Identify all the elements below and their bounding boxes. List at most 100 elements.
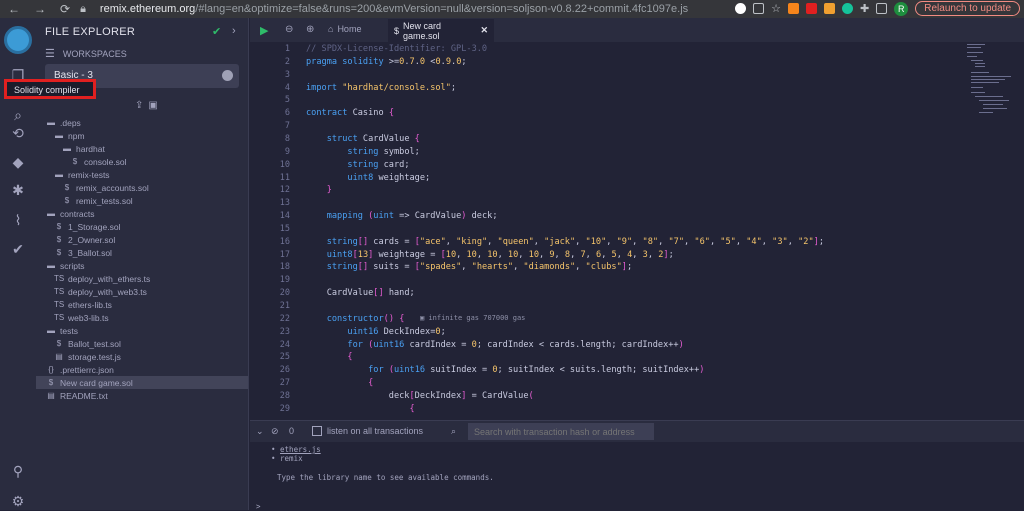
search-icon[interactable]: ⌕	[9, 106, 27, 124]
tree-file[interactable]: $ Ballot_test.sol	[36, 337, 248, 350]
deploy-icon[interactable]: ◆	[9, 153, 27, 171]
code-line: constructor() {	[326, 313, 405, 324]
tree-file[interactable]: TS deploy_with_ethers.ts	[36, 272, 248, 285]
close-icon[interactable]: ✕	[480, 25, 488, 36]
tree-item-label: 2_Owner.sol	[68, 234, 116, 245]
tree-file[interactable]: TS web3-lib.ts	[36, 311, 248, 324]
grammarly-icon[interactable]	[842, 3, 854, 14]
address-bar[interactable]: remix.ethereum.org/#lang=en&optimize=fal…	[100, 3, 700, 15]
new-folder-icon[interactable]: ▣	[148, 100, 157, 111]
pdf-icon[interactable]	[806, 3, 818, 14]
terminal-output[interactable]: • ethers.js • remix Type the library nam…	[250, 442, 1024, 511]
listen-checkbox[interactable]	[312, 426, 322, 436]
file-icon: $	[56, 248, 62, 257]
analysis-icon[interactable]: ⌇	[9, 211, 27, 229]
file-tree: ▬ .deps ▬ npm ▬ hardhat $ console.sol ▬ remix-tes…	[36, 116, 248, 402]
file-icon: {}	[48, 365, 54, 374]
line-number: 10	[279, 159, 290, 170]
back-icon[interactable]: ←	[8, 2, 20, 16]
dropdown-icon[interactable]	[222, 70, 233, 81]
lib-item[interactable]: • ethers.js	[271, 445, 321, 454]
chevron-right-icon[interactable]: ›	[232, 25, 236, 37]
line-number: 16	[279, 236, 290, 247]
verify-icon[interactable]: ✔	[9, 240, 27, 258]
settings-icon[interactable]: ⚙	[9, 492, 27, 510]
line-number: 20	[279, 288, 290, 299]
transaction-search-input[interactable]	[468, 423, 654, 440]
tree-file[interactable]: ▤ storage.test.js	[36, 350, 248, 363]
minimap[interactable]	[963, 42, 1023, 122]
lock-icon[interactable]: 🔒︎	[80, 3, 86, 16]
tree-file[interactable]: $1_Storage.sol	[36, 220, 248, 233]
tree-folder[interactable]: ▬ contracts	[36, 207, 248, 220]
google-icon[interactable]	[735, 3, 747, 14]
tree-item-label: remix-tests	[68, 169, 110, 180]
reload-icon[interactable]: ⟳	[60, 2, 70, 16]
sidepanel-icon[interactable]	[876, 3, 888, 14]
tree-folder[interactable]: ▬ hardhat	[36, 142, 248, 155]
tree-folder[interactable]: ▬ scripts	[36, 259, 248, 272]
code-line: string[] cards = ["ace", "king", "queen"…	[326, 236, 824, 247]
folder-icon: ▬	[47, 261, 55, 270]
solidity-compiler-icon[interactable]: ⟲	[9, 124, 27, 142]
code-line: {	[347, 352, 353, 363]
plugin-manager-icon[interactable]: ⚲	[9, 462, 27, 480]
tree-folder[interactable]: ▬ tests	[36, 324, 248, 337]
metamask-icon[interactable]	[788, 3, 800, 14]
run-icon[interactable]: ▶	[260, 24, 268, 37]
panel-title: FILE EXPLORER	[45, 26, 136, 38]
star-icon[interactable]: ☆	[771, 2, 781, 15]
line-number: 5	[284, 95, 290, 106]
profile-avatar[interactable]: R	[894, 1, 909, 16]
tree-folder[interactable]: ▬ npm	[36, 129, 248, 142]
code-line: for (uint16 cardIndex = 0; cardIndex < c…	[347, 339, 684, 350]
folder-icon: ▬	[47, 209, 55, 218]
terminal-toolbar: ⌄ ⊘ 0 listen on all transactions ⌕	[250, 420, 1024, 442]
code-line: // SPDX-License-Identifier: GPL-3.0	[306, 44, 488, 54]
forward-icon[interactable]: →	[34, 2, 46, 16]
relaunch-button[interactable]: Relaunch to update	[915, 1, 1020, 16]
line-number: 3	[284, 69, 290, 80]
tree-item-label: hardhat	[76, 143, 105, 154]
tree-file[interactable]: $ remix_accounts.sol	[36, 181, 248, 194]
line-number: 6	[284, 108, 290, 119]
tab-home[interactable]: ⌂ Home	[328, 24, 361, 34]
puzzle-icon[interactable]: ✚	[860, 2, 869, 15]
upload-icon[interactable]: ⇪	[135, 100, 143, 111]
clear-icon[interactable]: ⊘	[271, 426, 279, 437]
tree-file[interactable]: $ remix_tests.sol	[36, 194, 248, 207]
zoom-out-icon[interactable]: ⊖	[285, 24, 293, 35]
tree-file[interactable]: {} .prettierrc.json	[36, 363, 248, 376]
folder-icon: ▬	[47, 118, 55, 127]
tree-item-label: Ballot_test.sol	[68, 338, 121, 349]
hamburger-icon[interactable]: ☰	[45, 47, 55, 60]
tree-file[interactable]: $3_Ballot.sol	[36, 246, 248, 259]
line-number: 26	[279, 365, 290, 376]
line-number: 2	[284, 56, 290, 67]
extension-icon[interactable]	[824, 3, 836, 14]
tree-file[interactable]: $ console.sol	[36, 155, 248, 168]
share-icon[interactable]	[753, 3, 765, 14]
file-icon: $	[56, 339, 62, 348]
code-editor[interactable]: ▣ infinite gas 707000 gas // SPDX-Licens…	[306, 42, 956, 416]
collapse-icon[interactable]: ⌄	[256, 426, 264, 437]
zoom-in-icon[interactable]: ⊕	[306, 24, 314, 35]
code-line: mapping (uint => CardValue) deck;	[326, 211, 498, 222]
line-number: 24	[279, 339, 290, 350]
file-icon: $	[64, 196, 70, 205]
tree-file[interactable]: $2_Owner.sol	[36, 233, 248, 246]
tree-file[interactable]: TS deploy_with_web3.ts	[36, 285, 248, 298]
tab-active-file[interactable]: $ New card game.sol ✕	[388, 19, 494, 42]
tree-file[interactable]: ▤ README.txt	[36, 389, 248, 402]
tree-file[interactable]: $ New card game.sol	[36, 376, 248, 389]
search-icon: ⌕	[451, 426, 457, 436]
code-line: deck[DeckIndex] = CardValue(	[306, 390, 534, 401]
tree-folder[interactable]: ▬ .deps	[36, 116, 248, 129]
remix-logo-icon[interactable]	[4, 26, 32, 54]
debugger-icon[interactable]: ✱	[9, 181, 27, 199]
code-line: for (uint16 suitIndex = 0; suitIndex < s…	[368, 365, 705, 376]
line-number: 21	[279, 301, 290, 311]
tree-file[interactable]: TS ethers-lib.ts	[36, 298, 248, 311]
line-number: 15	[279, 223, 290, 234]
tree-folder[interactable]: ▬ remix-tests	[36, 168, 248, 181]
